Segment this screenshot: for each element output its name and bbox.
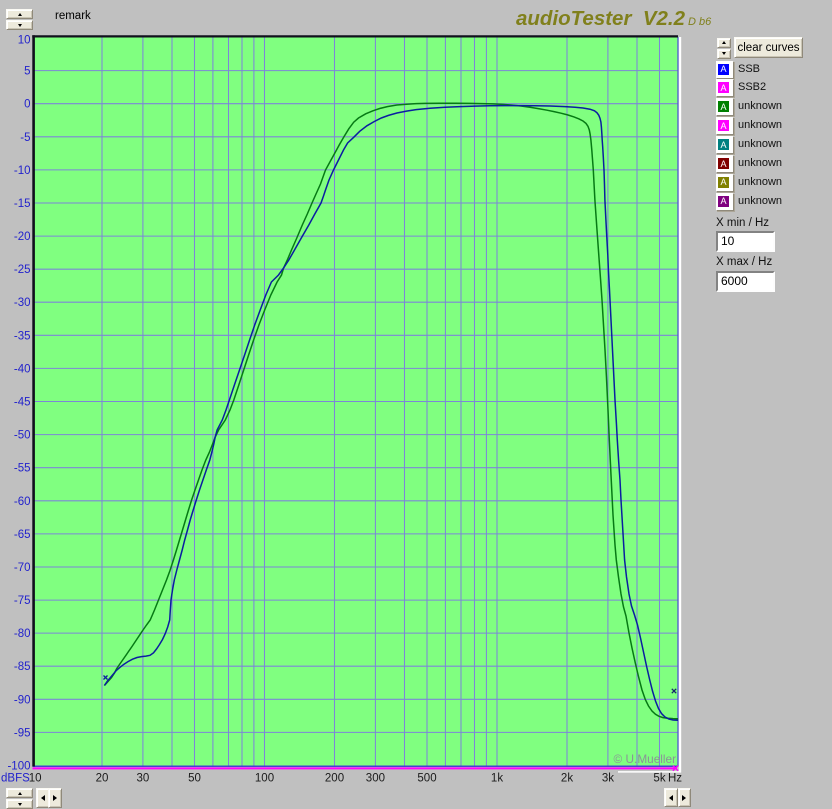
svg-text:-80: -80 (14, 628, 31, 640)
svg-text:Hz: Hz (668, 773, 682, 785)
svg-text:-95: -95 (14, 727, 31, 739)
svg-text:3k: 3k (602, 773, 614, 785)
svg-text:-60: -60 (14, 496, 31, 508)
svg-text:-5: -5 (20, 132, 30, 144)
svg-text:5k: 5k (653, 773, 665, 785)
svg-text:-30: -30 (14, 297, 31, 309)
svg-text:-25: -25 (14, 264, 31, 276)
svg-text:-45: -45 (14, 397, 31, 409)
svg-text:-100: -100 (7, 761, 30, 773)
svg-text:dBFS: dBFS (1, 773, 30, 785)
svg-text:-85: -85 (14, 661, 31, 673)
svg-text:-65: -65 (14, 529, 31, 541)
svg-text:-70: -70 (14, 562, 31, 574)
svg-text:300: 300 (366, 773, 385, 785)
svg-text:-75: -75 (14, 595, 31, 607)
svg-text:10: 10 (18, 35, 31, 47)
svg-text:20: 20 (96, 773, 109, 785)
svg-text:-35: -35 (14, 330, 31, 342)
svg-text:30: 30 (137, 773, 150, 785)
svg-text:-90: -90 (14, 694, 31, 706)
svg-text:© U.Mueller: © U.Mueller (614, 752, 677, 766)
svg-text:-40: -40 (14, 363, 31, 375)
svg-text:-15: -15 (14, 198, 31, 210)
svg-text:1k: 1k (491, 773, 503, 785)
svg-text:-50: -50 (14, 430, 31, 442)
svg-text:10: 10 (29, 773, 42, 785)
svg-text:5: 5 (24, 66, 30, 78)
svg-text:500: 500 (417, 773, 436, 785)
svg-text:-55: -55 (14, 463, 31, 475)
svg-text:50: 50 (188, 773, 201, 785)
svg-text:-20: -20 (14, 231, 31, 243)
svg-text:-10: -10 (14, 165, 31, 177)
svg-text:0: 0 (24, 99, 30, 111)
svg-text:200: 200 (325, 773, 344, 785)
svg-text:100: 100 (255, 773, 274, 785)
svg-text:2k: 2k (561, 773, 573, 785)
